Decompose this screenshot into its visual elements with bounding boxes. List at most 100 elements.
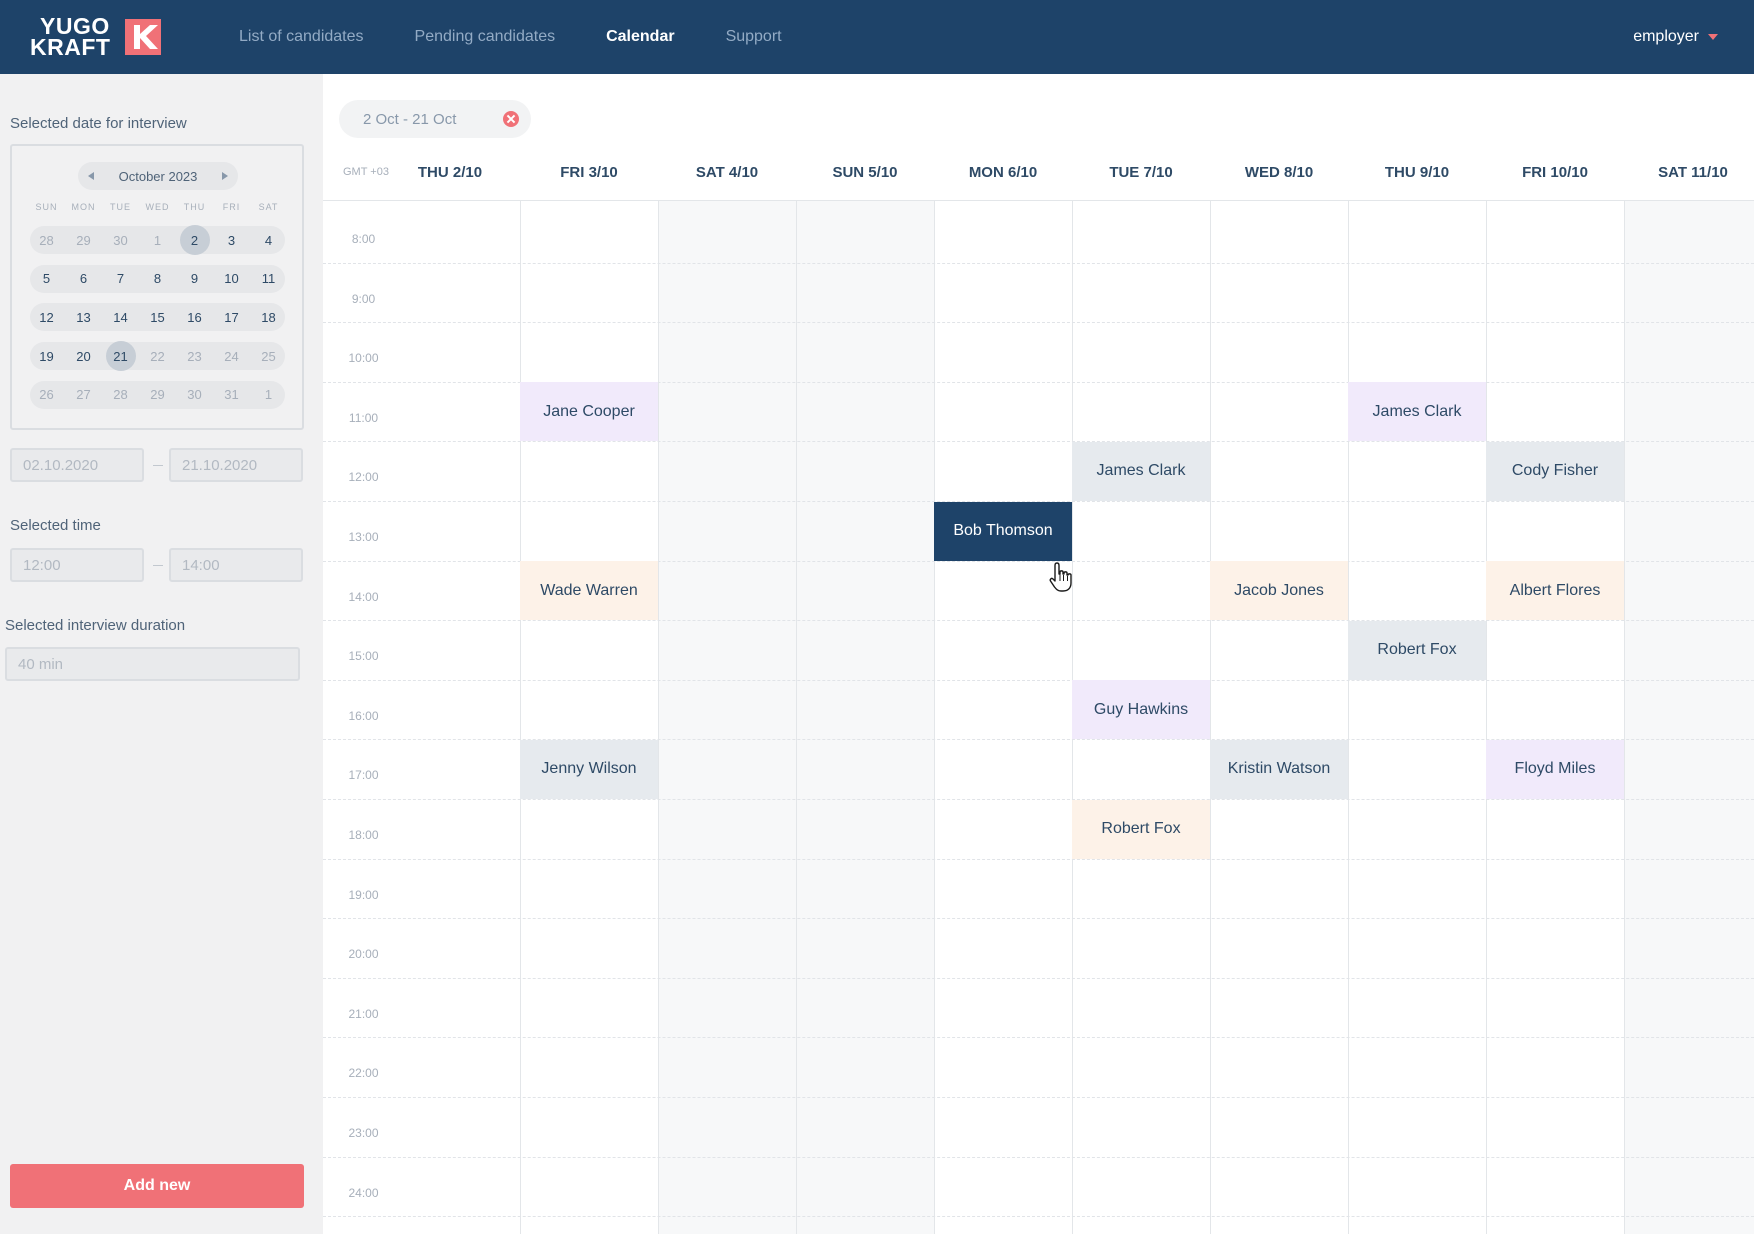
calendar-day[interactable]: 19 xyxy=(28,340,65,372)
mini-calendar-week: 28 29 30 1 2 3 4 xyxy=(28,224,287,256)
interview-event[interactable]: Bob Thomson xyxy=(934,501,1072,561)
logo-mark-icon xyxy=(125,19,161,55)
interview-event[interactable]: Jenny Wilson xyxy=(520,739,658,799)
calendar-day[interactable]: 2 xyxy=(176,224,213,256)
time-slot-label: 12:00 xyxy=(348,470,379,485)
app-logo[interactable]: YUGO KRAFT xyxy=(30,15,162,59)
interview-event[interactable]: Cody Fisher xyxy=(1486,441,1624,501)
day-column[interactable] xyxy=(796,201,934,1234)
calendar-day[interactable]: 6 xyxy=(65,263,102,295)
day-column[interactable] xyxy=(658,201,796,1234)
calendar-day[interactable]: 24 xyxy=(213,340,250,372)
hour-divider xyxy=(323,977,1754,979)
calendar-day[interactable]: 31 xyxy=(213,379,250,411)
calendar-day[interactable]: 21 xyxy=(102,340,139,372)
interview-event[interactable]: Jacob Jones xyxy=(1210,561,1348,621)
calendar-day[interactable]: 18 xyxy=(250,301,287,333)
date-from-field[interactable]: 02.10.2020 xyxy=(10,448,144,482)
calendar-day[interactable]: 3 xyxy=(213,224,250,256)
weekday-label: TUE xyxy=(110,202,131,212)
calendar-day[interactable]: 28 xyxy=(102,379,139,411)
weekday-label: WED xyxy=(145,202,170,212)
calendar-day[interactable]: 20 xyxy=(65,340,102,372)
column-divider xyxy=(796,201,797,1234)
calendar-day[interactable]: 28 xyxy=(28,224,65,256)
mini-calendar-week: 12 13 14 15 16 17 18 xyxy=(28,301,287,333)
hour-divider xyxy=(323,918,1754,920)
nav-item-list-of-candidates[interactable]: List of candidates xyxy=(239,28,364,46)
time-to-field[interactable]: 14:00 xyxy=(169,548,303,582)
calendar-day[interactable]: 13 xyxy=(65,301,102,333)
calendar-day[interactable]: 14 xyxy=(102,301,139,333)
calendar-day[interactable]: 15 xyxy=(139,301,176,333)
calendar-day[interactable]: 10 xyxy=(213,263,250,295)
interview-event[interactable]: James Clark xyxy=(1072,441,1210,501)
calendar-day[interactable]: 1 xyxy=(139,224,176,256)
day-column[interactable] xyxy=(520,201,658,1234)
calendar-day[interactable]: 29 xyxy=(65,224,102,256)
calendar-day[interactable]: 23 xyxy=(176,340,213,372)
day-column[interactable] xyxy=(1210,201,1348,1234)
interview-event[interactable]: Robert Fox xyxy=(1348,620,1486,680)
next-month-icon[interactable] xyxy=(222,172,228,180)
calendar-day[interactable]: 5 xyxy=(28,263,65,295)
date-to-field[interactable]: 21.10.2020 xyxy=(169,448,303,482)
day-column[interactable] xyxy=(934,201,1072,1234)
range-dash xyxy=(153,565,163,566)
calendar-day[interactable]: 29 xyxy=(139,379,176,411)
calendar-day[interactable]: 7 xyxy=(102,263,139,295)
calendar-day[interactable]: 27 xyxy=(65,379,102,411)
weekday-label: SAT xyxy=(258,202,279,212)
calendar-day[interactable]: 11 xyxy=(250,263,287,295)
mini-calendar-weekdays: SUN MON TUE WED THU FRI SAT xyxy=(28,202,287,212)
nav-item-pending-candidates[interactable]: Pending candidates xyxy=(415,28,556,46)
hour-divider xyxy=(323,1037,1754,1039)
duration-section-label: Selected interview duration xyxy=(5,617,186,634)
time-slot-label: 22:00 xyxy=(348,1066,379,1081)
clear-range-icon[interactable] xyxy=(503,111,519,127)
week-days: 26 27 28 29 30 31 1 xyxy=(28,379,287,411)
time-slot-label: 15:00 xyxy=(348,649,379,664)
calendar-day[interactable]: 8 xyxy=(139,263,176,295)
calendar-day[interactable]: 30 xyxy=(176,379,213,411)
interview-event[interactable]: Robert Fox xyxy=(1072,799,1210,859)
day-column-header: THU 2/10 xyxy=(417,164,483,181)
nav-item-support[interactable]: Support xyxy=(726,28,782,46)
calendar-day[interactable]: 17 xyxy=(213,301,250,333)
mini-calendar-header: October 2023 xyxy=(78,162,238,190)
calendar-day[interactable]: 1 xyxy=(250,379,287,411)
calendar-day[interactable]: 16 xyxy=(176,301,213,333)
day-column-header: SAT 4/10 xyxy=(695,164,759,181)
day-column[interactable] xyxy=(1486,201,1624,1234)
interview-event[interactable]: Guy Hawkins xyxy=(1072,680,1210,740)
day-column-header: MON 6/10 xyxy=(968,164,1038,181)
time-from-field[interactable]: 12:00 xyxy=(10,548,144,582)
calendar-day[interactable]: 12 xyxy=(28,301,65,333)
calendar-day[interactable]: 25 xyxy=(250,340,287,372)
prev-month-icon[interactable] xyxy=(88,172,94,180)
duration-field[interactable]: 40 min xyxy=(5,647,300,681)
calendar-day[interactable]: 26 xyxy=(28,379,65,411)
nav-item-calendar[interactable]: Calendar xyxy=(606,28,674,46)
calendar-day[interactable]: 30 xyxy=(102,224,139,256)
calendar-grid: 8:00 9:00 10:00 11:00 12:00 13:00 14:00 15:00 16… xyxy=(323,201,1754,1234)
add-new-button[interactable]: Add new xyxy=(10,1164,304,1208)
hand-pointer-icon xyxy=(1049,562,1072,592)
interview-event[interactable]: Jane Cooper xyxy=(520,382,658,442)
calendar-day[interactable]: 22 xyxy=(139,340,176,372)
calendar-day[interactable]: 4 xyxy=(250,224,287,256)
interview-event[interactable]: James Clark xyxy=(1348,382,1486,442)
calendar-day[interactable]: 9 xyxy=(176,263,213,295)
user-menu[interactable]: employer xyxy=(1633,0,1718,74)
date-range-chip[interactable]: 2 Oct - 21 Oct xyxy=(339,100,531,138)
interview-event[interactable]: Albert Flores xyxy=(1486,561,1624,621)
hour-divider xyxy=(323,620,1754,622)
interview-event[interactable]: Floyd Miles xyxy=(1486,739,1624,799)
column-divider xyxy=(1210,201,1211,1234)
day-column[interactable] xyxy=(1624,201,1754,1234)
date-range-chip-label: 2 Oct - 21 Oct xyxy=(363,110,457,128)
interview-event[interactable]: Wade Warren xyxy=(520,561,658,621)
interview-event[interactable]: Kristin Watson xyxy=(1210,739,1348,799)
day-column[interactable] xyxy=(1348,201,1486,1234)
mini-calendar-month: October 2023 xyxy=(118,168,198,184)
